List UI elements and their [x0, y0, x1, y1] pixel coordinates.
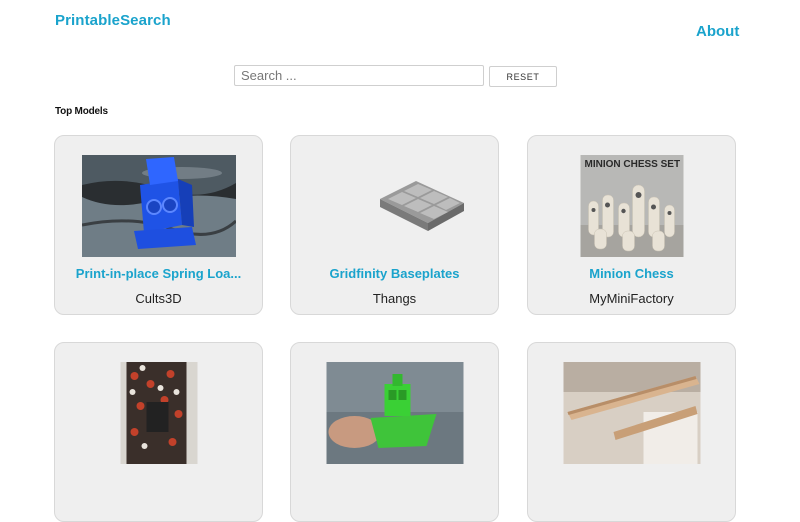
model-source: MyMiniFactory	[589, 291, 674, 306]
model-source: Thangs	[372, 291, 417, 306]
model-title[interactable]: Print-in-place Spring Loa...	[63, 266, 254, 281]
model-thumbnail: MINION CHESS SET	[580, 155, 683, 257]
model-card[interactable]	[54, 342, 263, 522]
search-input[interactable]	[234, 65, 484, 86]
model-thumbnail	[563, 362, 700, 464]
reset-button[interactable]: RESET	[489, 66, 557, 87]
section-heading: Top Models	[55, 106, 108, 117]
about-link[interactable]: About	[696, 23, 739, 40]
model-title[interactable]: Gridfinity Baseplates	[299, 266, 490, 281]
model-card[interactable]: MINION CHESS SET Minion Chess MyMiniFact…	[527, 135, 736, 315]
model-card[interactable]	[527, 342, 736, 522]
image-caption: MINION CHESS SET	[584, 159, 680, 170]
brand-logo-link[interactable]: PrintableSearch	[55, 12, 171, 29]
model-card[interactable]	[290, 342, 499, 522]
model-card[interactable]: Print-in-place Spring Loa... Cults3D	[54, 135, 263, 315]
model-card[interactable]: Gridfinity Baseplates Thangs	[290, 135, 499, 315]
model-title[interactable]: Minion Chess	[536, 266, 727, 281]
model-source: Cults3D	[135, 291, 182, 306]
model-thumbnail	[81, 155, 236, 257]
model-thumbnail	[120, 362, 197, 464]
model-thumbnail	[317, 155, 472, 257]
model-thumbnail	[326, 362, 463, 464]
